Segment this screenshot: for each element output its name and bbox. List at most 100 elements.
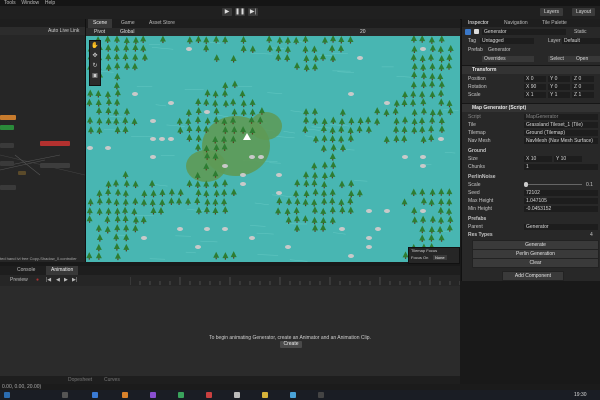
prefab-buttons-row: Overrides Select Open bbox=[462, 55, 600, 63]
tab-animation[interactable]: Animation bbox=[46, 266, 79, 275]
step-button[interactable]: ▶| bbox=[248, 8, 258, 16]
clear-button[interactable]: Clear bbox=[472, 258, 599, 268]
tab-dopesheet[interactable]: Dopesheet bbox=[68, 377, 92, 383]
play-anim-icon[interactable]: ▶ bbox=[64, 277, 68, 283]
timeline-ruler[interactable] bbox=[130, 277, 460, 285]
taskbar-app-icon[interactable] bbox=[206, 392, 212, 398]
state-node[interactable] bbox=[40, 163, 70, 168]
first-key-icon[interactable]: |◀ bbox=[46, 277, 51, 283]
navmesh-label: Nav Mesh bbox=[468, 138, 491, 144]
prefab-value: Generator bbox=[488, 47, 511, 53]
tile-field[interactable]: Grassland Tileset_1 (Tile) bbox=[524, 122, 598, 128]
parent-field[interactable]: Generator bbox=[524, 224, 598, 230]
transform-header[interactable]: Transform bbox=[462, 65, 600, 74]
play-button[interactable]: ▶ bbox=[222, 8, 232, 16]
size-y[interactable]: Y 10 bbox=[554, 156, 582, 162]
max-height-field[interactable]: 1.047105 bbox=[524, 198, 598, 204]
position-z[interactable]: Z 0 bbox=[572, 76, 594, 82]
static-toggle[interactable]: Static bbox=[574, 28, 587, 36]
overrides-dropdown[interactable]: Overrides bbox=[482, 56, 534, 62]
state-node-red[interactable] bbox=[40, 141, 70, 146]
state-node[interactable] bbox=[0, 185, 16, 190]
taskbar-app-icon[interactable] bbox=[178, 392, 184, 398]
navmesh-field[interactable]: NavMesh (Nav Mesh Surface) bbox=[524, 138, 598, 144]
size-x[interactable]: X 10 bbox=[524, 156, 552, 162]
scale-x[interactable]: X 1 bbox=[524, 92, 546, 98]
tab-asset-store[interactable]: Asset Store bbox=[144, 19, 180, 28]
scene-view[interactable] bbox=[86, 36, 460, 262]
tab-scene[interactable]: Scene bbox=[88, 19, 113, 28]
map-generator-header[interactable]: Map Generator (Script) bbox=[462, 103, 600, 112]
taskbar-app-icon[interactable] bbox=[92, 392, 98, 398]
position-x[interactable]: X 0 bbox=[524, 76, 546, 82]
state-node-green[interactable] bbox=[0, 125, 14, 130]
taskbar-app-icon[interactable] bbox=[262, 392, 268, 398]
min-height-field[interactable]: -0.0453152 bbox=[524, 206, 598, 212]
global-dropdown[interactable]: Global bbox=[120, 29, 134, 35]
rotation-x[interactable]: X 90 bbox=[524, 84, 546, 90]
open-button[interactable]: Open bbox=[574, 56, 600, 62]
position-y[interactable]: Y 0 bbox=[548, 76, 570, 82]
scale-slider-track[interactable] bbox=[524, 184, 582, 185]
tab-tile-palette[interactable]: Tile Palette bbox=[542, 20, 567, 26]
scale-slider-handle[interactable] bbox=[524, 182, 528, 187]
taskbar-app-icon[interactable] bbox=[290, 392, 296, 398]
rock-tile bbox=[168, 137, 174, 141]
perlin-scale-value[interactable]: 0.1 bbox=[586, 181, 593, 189]
pivot-dropdown[interactable]: Pivot bbox=[94, 29, 105, 35]
auto-live-link-button[interactable]: Auto Live Link bbox=[48, 28, 79, 34]
record-icon[interactable]: ● bbox=[36, 277, 39, 283]
chunks-field[interactable]: 1 bbox=[524, 164, 598, 170]
taskbar-app-icon[interactable] bbox=[234, 392, 240, 398]
layers-dropdown[interactable]: Layers bbox=[540, 8, 564, 16]
preview-toggle[interactable]: Preview bbox=[10, 277, 28, 283]
next-key-icon[interactable]: ▶| bbox=[72, 277, 77, 283]
tab-inspector[interactable]: Inspector bbox=[468, 20, 489, 26]
object-name-field[interactable]: Generator bbox=[482, 29, 566, 35]
rect-tool-icon[interactable]: ▣ bbox=[91, 72, 99, 80]
scale-z[interactable]: Z 1 bbox=[572, 92, 594, 98]
rotation-z[interactable]: Z 0 bbox=[572, 84, 594, 90]
rotate-tool-icon[interactable]: ↻ bbox=[91, 62, 99, 70]
hand-tool-icon[interactable]: ✋ bbox=[91, 42, 99, 50]
tab-game[interactable]: Game bbox=[116, 19, 140, 28]
state-node[interactable] bbox=[18, 171, 26, 175]
start-icon[interactable] bbox=[4, 392, 10, 398]
select-button[interactable]: Select bbox=[548, 56, 574, 62]
scale-y[interactable]: Y 1 bbox=[548, 92, 570, 98]
tab-navigation[interactable]: Navigation bbox=[504, 20, 528, 26]
prefab-cube-icon bbox=[465, 29, 471, 35]
tag-dropdown[interactable]: Untagged bbox=[480, 38, 534, 44]
seed-field[interactable]: 72102 bbox=[524, 190, 598, 196]
state-node[interactable] bbox=[0, 161, 14, 166]
state-node[interactable] bbox=[0, 143, 14, 148]
move-tool-icon[interactable]: ✥ bbox=[91, 52, 99, 60]
state-node-orange[interactable] bbox=[0, 115, 16, 120]
active-checkbox[interactable] bbox=[474, 29, 479, 34]
rock-tile bbox=[348, 92, 354, 96]
res-types-row[interactable]: Res Types 4 bbox=[462, 231, 600, 239]
pause-button[interactable]: ❚❚ bbox=[235, 8, 245, 16]
tilemap-field[interactable]: Ground (Tilemap) bbox=[524, 130, 598, 136]
res-types-count[interactable]: 4 bbox=[590, 231, 593, 239]
rock-tile bbox=[159, 137, 165, 141]
add-component-button[interactable]: Add Component bbox=[502, 271, 564, 281]
rock-tile bbox=[420, 47, 426, 51]
taskbar-app-icon[interactable] bbox=[122, 392, 128, 398]
gizmo-size[interactable]: 20 bbox=[360, 29, 366, 35]
rock-tile bbox=[420, 155, 426, 159]
layout-dropdown[interactable]: Layout bbox=[572, 8, 596, 16]
taskbar-app-icon[interactable] bbox=[150, 392, 156, 398]
prev-key-icon[interactable]: ◀ bbox=[56, 277, 60, 283]
tilemap-canvas bbox=[86, 36, 460, 262]
animator-graph[interactable] bbox=[0, 35, 85, 262]
rotation-y[interactable]: Y 0 bbox=[548, 84, 570, 90]
tab-curves[interactable]: Curves bbox=[104, 377, 120, 383]
taskbar-app-icon[interactable] bbox=[318, 392, 324, 398]
rotation-row: Rotation X 90 Y 0 Z 0 bbox=[462, 83, 600, 91]
focus-on-dropdown[interactable]: None bbox=[433, 255, 447, 260]
tab-console[interactable]: Console bbox=[12, 266, 40, 275]
layer-dropdown[interactable]: Default bbox=[562, 38, 600, 44]
taskbar-app-icon[interactable] bbox=[62, 392, 68, 398]
create-animation-button[interactable]: Create bbox=[280, 341, 302, 348]
